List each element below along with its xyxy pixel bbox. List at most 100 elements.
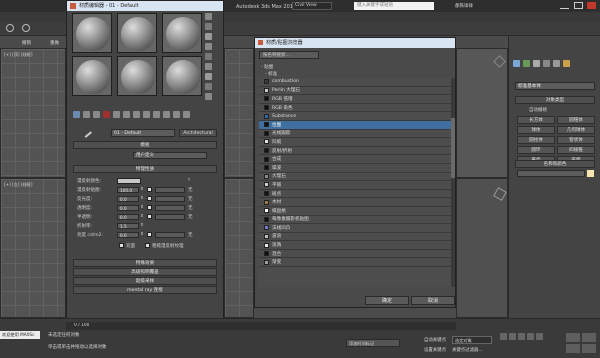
autogrid-checkbox[interactable]: 自动栅格 [529, 107, 547, 113]
search-input[interactable]: 键入关键字或短语 [354, 2, 434, 10]
map-list-item[interactable]: 平铺 [259, 181, 451, 190]
map-list-item[interactable]: RGB 染色 [259, 104, 451, 113]
hierarchy-icon[interactable] [533, 60, 540, 67]
sample-type-icon[interactable] [205, 13, 212, 20]
spinner-icon[interactable]: ⬍ [139, 232, 147, 237]
sample-slot[interactable] [72, 56, 112, 96]
map-list-item[interactable]: Substance [259, 112, 451, 121]
play-icon[interactable] [518, 333, 525, 340]
utilities-icon[interactable] [563, 60, 570, 67]
ok-button[interactable]: 确定 [365, 296, 409, 305]
maximize-icon[interactable] [573, 2, 583, 9]
pan-icon[interactable] [566, 344, 580, 353]
map-list-item[interactable]: 噪波 [259, 164, 451, 173]
maxscript-listener[interactable]: 欢迎使用 MAXSc [0, 331, 40, 339]
maps-section-header[interactable]: - 贴图 [261, 64, 273, 70]
display-icon[interactable] [553, 60, 560, 67]
set-key-label[interactable]: 设置关键点 [424, 347, 446, 353]
map-list-item[interactable]: 光线跟踪 [259, 130, 451, 139]
go-to-parent-icon[interactable] [173, 111, 180, 118]
category-select[interactable]: 标准基本体 [515, 82, 595, 90]
rollout-name-color[interactable]: 名称和颜色 [515, 160, 595, 168]
video-color-icon[interactable] [205, 53, 212, 60]
box-button[interactable]: 长方体 [517, 116, 555, 124]
param-value[interactable]: 100.0 [117, 186, 139, 193]
material-id-icon[interactable] [143, 111, 150, 118]
scrollbar[interactable] [451, 78, 455, 287]
select-by-material-icon[interactable] [205, 83, 212, 90]
map-list-item[interactable]: 大理石 [259, 173, 451, 182]
spinner-icon[interactable]: ⬍ [139, 214, 147, 219]
pyramid-button[interactable]: 四棱锥 [557, 146, 595, 154]
rollout-object-type[interactable]: 对象类型 [515, 96, 595, 104]
tiling-icon[interactable] [205, 43, 212, 50]
backlight-icon[interactable] [205, 23, 212, 30]
go-start-icon[interactable] [500, 333, 507, 340]
spinner-icon[interactable]: ⬍ [139, 187, 147, 192]
map-list-item[interactable]: 凹痕 [259, 138, 451, 147]
autokey-label[interactable]: 自动关键点 [424, 337, 446, 343]
key-filter-button[interactable]: 关键点过滤器... [452, 347, 483, 353]
viewcube-icon[interactable] [493, 187, 507, 201]
redo-icon[interactable] [22, 24, 30, 32]
viewport-left[interactable]: [+] [左] [线框] [0, 178, 66, 318]
material-navigator-icon[interactable] [205, 93, 212, 100]
sphere-button[interactable]: 球体 [517, 126, 555, 134]
viewport-front[interactable] [224, 48, 254, 178]
time-slider[interactable]: 0 / 100 [66, 322, 456, 330]
create-icon[interactable] [513, 60, 520, 67]
checkbox[interactable] [147, 232, 152, 237]
tube-button[interactable]: 管状体 [557, 136, 595, 144]
spinner-icon[interactable]: ⬍ [139, 205, 147, 210]
map-list-item[interactable]: 反射/折射 [259, 147, 451, 156]
viewport-top[interactable]: [+] [顶] [线框] [0, 48, 66, 178]
undo-icon[interactable] [6, 24, 14, 32]
unique-icon[interactable] [123, 111, 130, 118]
sample-slot[interactable] [72, 13, 112, 53]
viewcube-icon[interactable] [493, 55, 506, 68]
workspace-selector[interactable]: Civil View [292, 2, 332, 10]
sample-slot[interactable] [117, 13, 157, 53]
torus-button[interactable]: 圆环 [517, 146, 555, 154]
template-select[interactable]: 用户定义 [133, 152, 207, 159]
map-list-item[interactable]: 泼溅 [259, 241, 451, 250]
map-button[interactable] [155, 195, 185, 202]
param-value[interactable]: 0.0 [117, 204, 139, 211]
next-frame-icon[interactable] [527, 333, 534, 340]
cancel-button[interactable]: 取消 [411, 296, 455, 305]
material-name-field[interactable]: 01 - Default [111, 129, 175, 137]
motion-icon[interactable] [543, 60, 550, 67]
double-sided-checkbox[interactable] [119, 243, 124, 248]
checkbox[interactable] [147, 187, 152, 192]
map-button[interactable] [155, 186, 185, 193]
zoom-icon[interactable] [566, 333, 580, 342]
sample-slot[interactable] [162, 56, 202, 96]
map-list-item[interactable]: 斑点 [259, 190, 451, 199]
show-end-result-icon[interactable] [163, 111, 170, 118]
map-list-item[interactable]: 合成 [259, 155, 451, 164]
sample-slot[interactable] [162, 13, 202, 53]
rollout-template[interactable]: 模板 [73, 141, 217, 149]
param-value[interactable]: 0.0 [117, 195, 139, 202]
map-list-item[interactable]: 棋盘格 [259, 207, 451, 216]
sample-slot[interactable] [117, 56, 157, 96]
go-end-icon[interactable] [536, 333, 543, 340]
reset-map-icon[interactable] [103, 111, 110, 118]
get-material-icon[interactable] [73, 111, 80, 118]
selected-dropdown[interactable]: 选定对象 [452, 336, 492, 344]
material-type-button[interactable]: Architectural [179, 129, 217, 137]
checkbox[interactable] [147, 196, 152, 201]
map-button[interactable] [155, 213, 185, 220]
assign-material-icon[interactable] [93, 111, 100, 118]
modify-icon[interactable] [523, 60, 530, 67]
viewport-front-right[interactable] [456, 48, 508, 178]
diffuse-color-swatch[interactable] [117, 177, 141, 184]
orbit-icon[interactable] [582, 344, 596, 353]
map-list-item[interactable]: 法线凹凸 [259, 224, 451, 233]
minimize-icon[interactable] [560, 2, 569, 9]
standard-group-header[interactable]: - 标准 [265, 71, 277, 77]
show-map-icon[interactable] [153, 111, 160, 118]
map-list-item[interactable]: 波浪 [259, 233, 451, 242]
map-list-item[interactable]: 位图 [259, 120, 451, 130]
viewport-label[interactable]: [+] [顶] [线框] [4, 52, 33, 58]
